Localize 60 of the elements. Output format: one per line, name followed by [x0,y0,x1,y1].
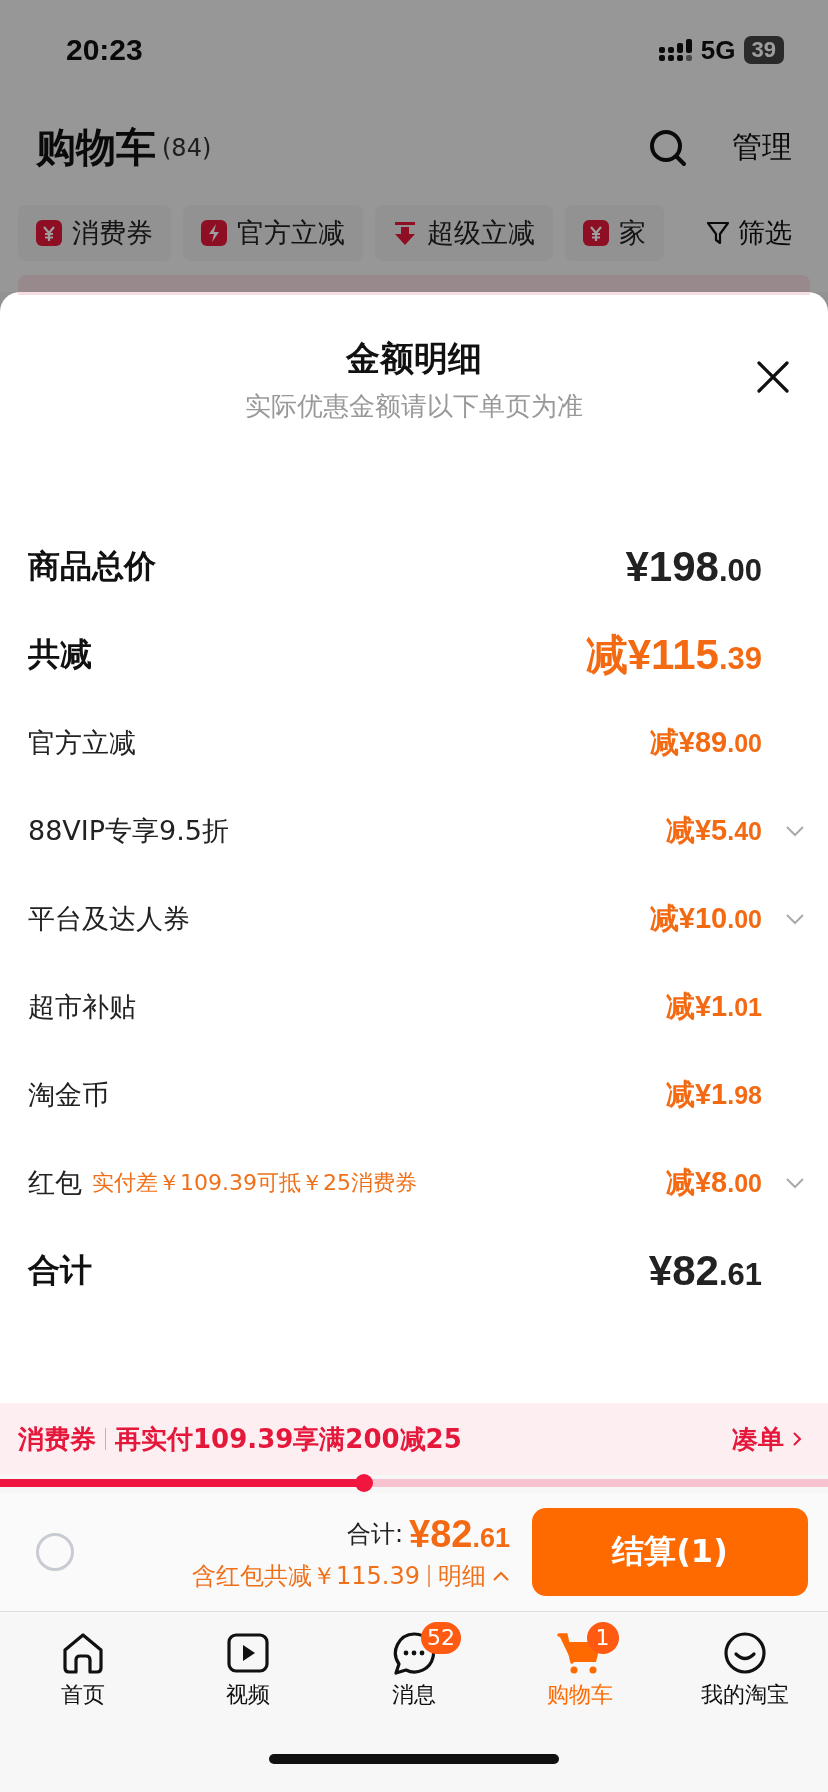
tab-item[interactable]: 1 购物车 [504,1618,655,1710]
battery-level: 39 [743,36,784,64]
amount-value: 减¥10.00 [649,901,762,936]
chevron-down-icon[interactable] [785,913,805,925]
count-badge: 52 [421,1622,461,1654]
filter-chip[interactable]: 家 [565,205,664,261]
page-title: 购物车 [36,123,156,172]
item-count: (84) [162,133,212,162]
filter-chip[interactable]: 消费券 [18,205,171,261]
coupon-icon [36,220,62,246]
sheet-title: 金额明细 [346,338,482,378]
amount-value: ¥82.61 [648,1247,762,1295]
row-label: 共减 [28,634,92,675]
status-time: 20:23 [66,33,143,67]
sheet-subtitle: 实际优惠金额请以下单页为准 [245,390,583,423]
row-note: 实付差￥109.39可抵￥25消费券 [92,1169,417,1197]
row-label: 淘金币 [28,1078,109,1112]
lightning-icon [201,220,227,246]
discount-summary: 含红包共减￥115.39 [192,1560,420,1592]
tab-item[interactable]: 52 消息 [339,1618,489,1710]
chevron-up-icon [492,1569,510,1582]
funnel-icon [706,220,730,246]
filter-chip[interactable]: 超级立减 [375,205,553,261]
manage-button[interactable]: 管理 [732,127,792,168]
add-items-link[interactable]: 凑单 [732,1421,810,1457]
chevron-down-icon[interactable] [785,1177,805,1189]
promo-text: 再实付109.39享满200减25 [115,1422,463,1456]
signal-icon [658,39,693,61]
amount-value: ¥198.00 [625,543,762,591]
row-label: 商品总价 [28,546,156,587]
count-badge: 1 [586,1622,619,1654]
row-label: 红包 [28,1166,82,1200]
row-label: 88VIP专享9.5折 [28,814,229,848]
total-label: 合计: [346,1519,404,1550]
amount-value: 减¥1.98 [665,1077,762,1112]
row-label: 平台及达人券 [28,902,190,936]
close-icon[interactable] [756,360,790,394]
down-arrow-icon [393,220,417,246]
play-icon [225,1630,272,1676]
total-price: ¥82.61 [409,1512,510,1556]
select-all-checkbox[interactable] [36,1533,74,1571]
tab-item[interactable]: 视频 [173,1618,324,1710]
promo-tag: 消费券 [18,1421,96,1457]
chevron-right-icon [792,1431,802,1447]
amount-value: 减¥115.39 [585,630,762,680]
amount-value: 减¥8.00 [665,1165,762,1200]
coupon-icon [583,220,609,246]
row-label: 官方立减 [28,726,136,760]
amount-value: 减¥89.00 [649,725,762,760]
amount-value: 减¥5.40 [665,813,762,848]
tab-item[interactable]: 我的淘宝 [670,1618,821,1710]
row-label: 超市补贴 [28,990,136,1024]
row-label: 合计 [28,1250,92,1291]
tab-item[interactable]: 首页 [7,1618,158,1710]
search-icon[interactable] [648,127,688,168]
network-label: 5G [700,34,736,66]
filter-chip[interactable]: 官方立减 [183,205,363,261]
chevron-down-icon[interactable] [785,825,805,837]
amount-value: 减¥1.01 [665,989,762,1024]
smiley-icon [722,1630,769,1676]
